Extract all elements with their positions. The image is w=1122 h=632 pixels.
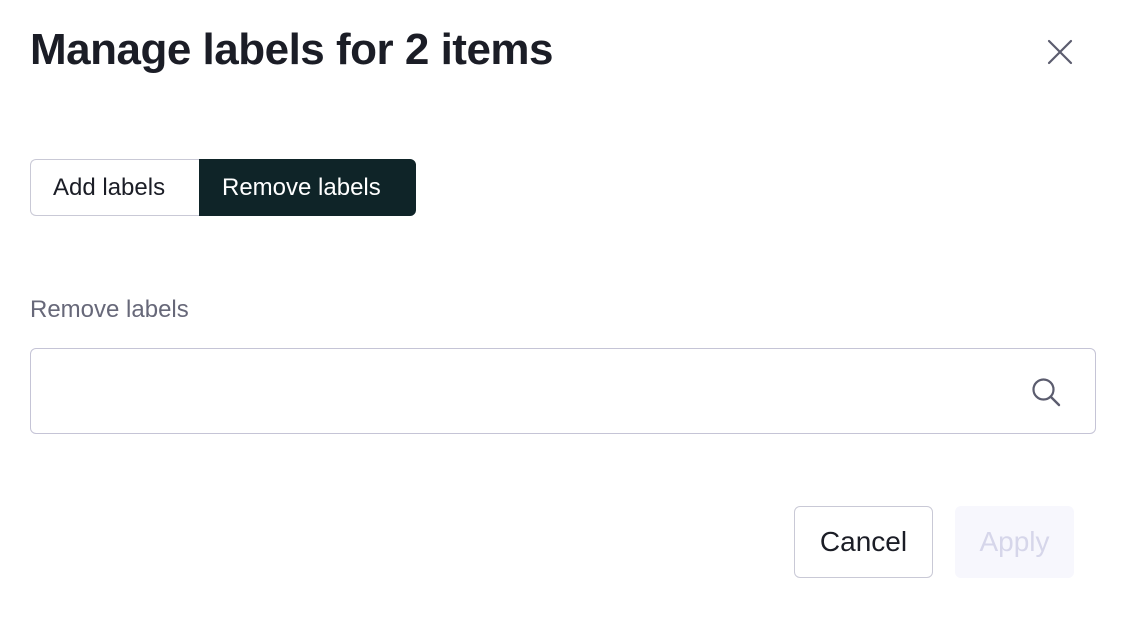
remove-labels-tab-label: Remove labels: [222, 173, 381, 201]
add-labels-tab-label: Add labels: [53, 173, 166, 201]
remove-labels-tab[interactable]: Remove labels: [199, 159, 416, 216]
remove-labels-field-label: Remove labels: [30, 296, 189, 323]
label-mode-toggle: Add labels Remove labels: [30, 159, 416, 216]
close-button[interactable]: [1036, 30, 1084, 74]
remove-labels-search-field[interactable]: [30, 348, 1096, 435]
manage-labels-dialog: Manage labels for 2 items Add labels Rem…: [0, 0, 1122, 632]
remove-labels-search-input[interactable]: [47, 349, 1011, 435]
dialog-title: Manage labels for 2 items: [30, 25, 554, 74]
search-icon: [1032, 378, 1061, 407]
close-icon: [1047, 39, 1073, 65]
apply-button[interactable]: Apply: [955, 506, 1074, 578]
cancel-button[interactable]: Cancel: [794, 506, 933, 578]
add-labels-tab[interactable]: Add labels: [30, 159, 199, 216]
